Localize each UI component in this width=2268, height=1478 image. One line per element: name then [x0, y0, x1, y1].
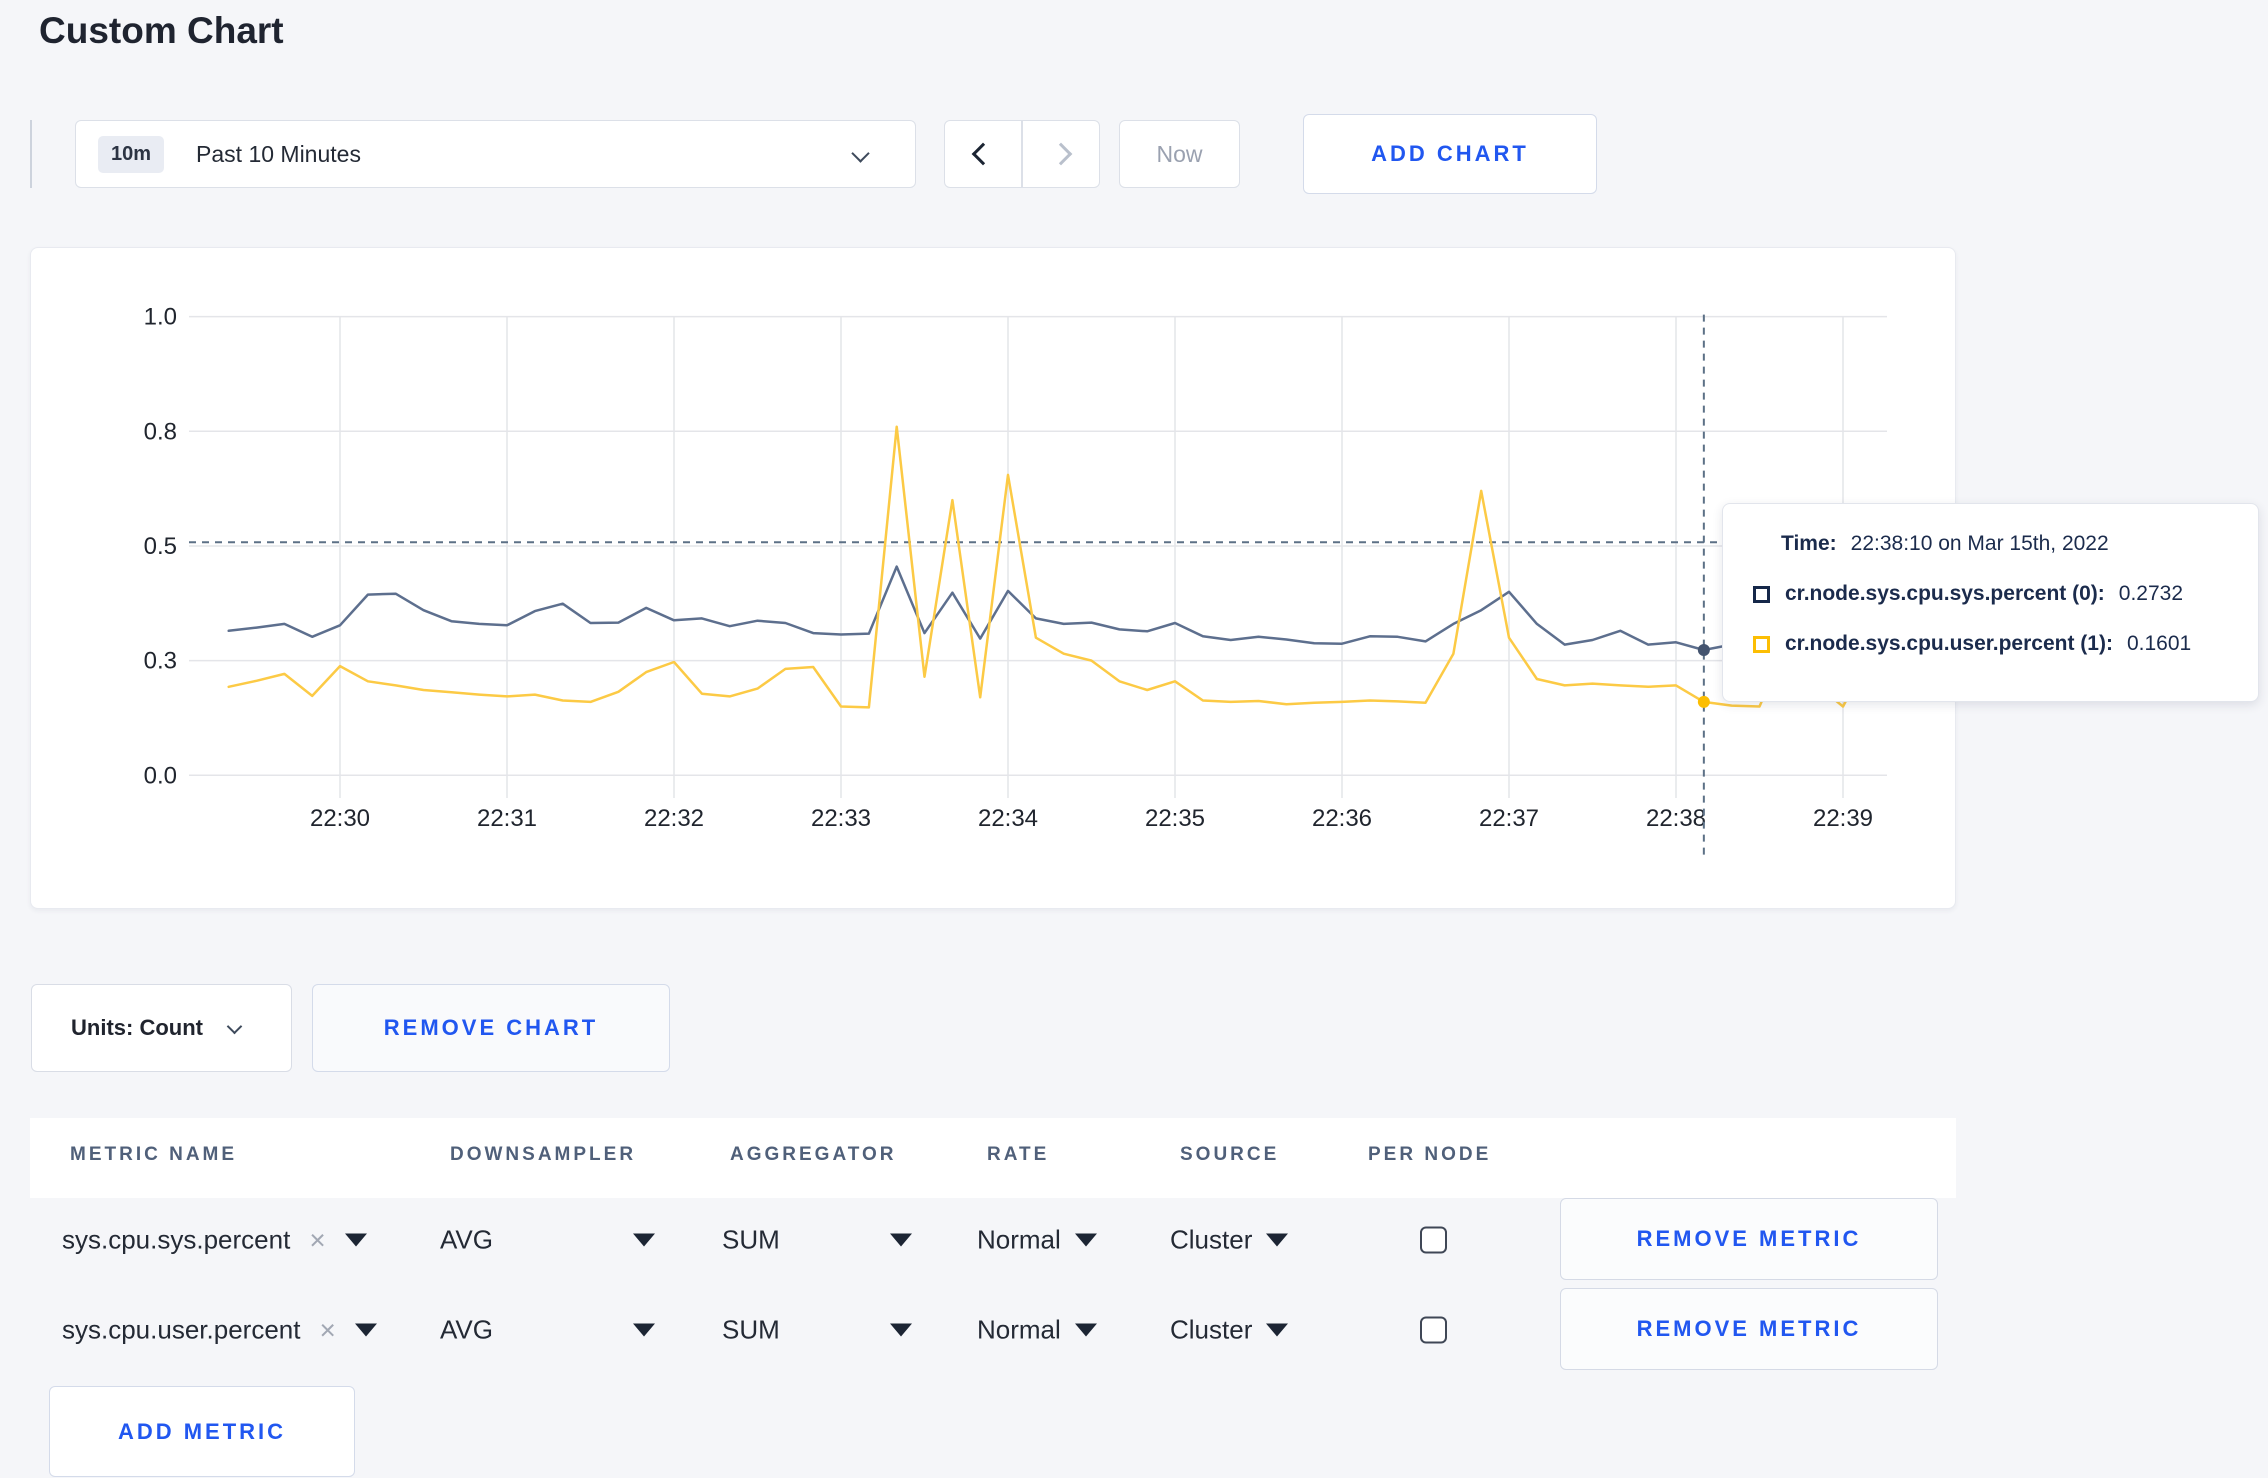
caret-down-icon — [890, 1233, 912, 1247]
x-axis-tick-label: 22:36 — [1312, 805, 1372, 832]
hovered-point-dot — [1697, 695, 1710, 708]
col-header-metric-name: METRIC NAME — [70, 1144, 238, 1165]
caret-down-icon — [1266, 1233, 1289, 1247]
caret-down-icon — [354, 1323, 377, 1337]
series-line — [227, 565, 1873, 652]
col-header-source: SOURCE — [1180, 1144, 1280, 1165]
tooltip-time-row: Time: 22:38:10 on Mar 15th, 2022 — [1753, 532, 2258, 556]
metric-name-select[interactable]: sys.cpu.sys.percent × — [62, 1225, 367, 1256]
now-button[interactable]: Now — [1119, 120, 1240, 188]
aggregator-select[interactable]: SUM — [722, 1225, 912, 1256]
chevron-left-icon — [971, 142, 995, 166]
aggregator-select[interactable]: SUM — [722, 1315, 912, 1346]
caret-down-icon — [1074, 1233, 1097, 1247]
downsampler-select[interactable]: AVG — [440, 1225, 655, 1256]
col-header-rate: RATE — [987, 1144, 1050, 1165]
remove-metric-button[interactable]: REMOVE METRIC — [1560, 1198, 1938, 1280]
tooltip-series-name: cr.node.sys.cpu.sys.percent (0): — [1785, 582, 2105, 605]
x-axis-tick-label: 22:35 — [1145, 805, 1205, 832]
rate-select[interactable]: Normal — [977, 1225, 1097, 1256]
x-axis-tick-label: 22:32 — [644, 805, 704, 832]
x-axis-tick-label: 22:38 — [1646, 805, 1706, 832]
add-metric-button[interactable]: ADD METRIC — [49, 1386, 355, 1477]
source-select[interactable]: Cluster — [1170, 1224, 1289, 1256]
source-value: Cluster — [1170, 1314, 1253, 1345]
toolbar-divider — [30, 120, 32, 188]
y-axis-tick-label: 0.5 — [144, 533, 177, 560]
add-chart-button[interactable]: ADD CHART — [1303, 114, 1597, 194]
chevron-down-icon — [226, 1018, 243, 1034]
metric-name-label: sys.cpu.user.percent — [62, 1314, 301, 1345]
user-series-swatch-icon — [1753, 635, 1770, 653]
tooltip-series-value: 0.2732 — [2118, 582, 2184, 605]
sys-series-swatch-icon — [1753, 585, 1770, 603]
downsampler-value: AVG — [440, 1314, 493, 1345]
remove-metric-x-icon[interactable]: × — [309, 1226, 325, 1254]
timeseries-chart[interactable]: 0.0 0.3 0.5 0.8 1.0 22:30 22:31 22:32 22:33 22:34… — [31, 248, 1957, 910]
series-line — [227, 425, 1873, 709]
y-axis-tick-label: 1.0 — [144, 304, 177, 331]
caret-down-icon — [344, 1233, 367, 1247]
remove-chart-button[interactable]: REMOVE CHART — [312, 984, 670, 1072]
time-pager — [944, 120, 1100, 188]
rate-value: Normal — [977, 1314, 1061, 1345]
source-value: Cluster — [1170, 1224, 1253, 1255]
caret-down-icon — [1074, 1323, 1097, 1337]
x-axis-tick-label: 22:34 — [978, 805, 1038, 832]
y-axis-tick-label: 0.0 — [144, 762, 177, 789]
tooltip-series-row: cr.node.sys.cpu.user.percent (1): 0.1601 — [1753, 632, 2258, 656]
chart-panel[interactable]: 0.0 0.3 0.5 0.8 1.0 22:30 22:31 22:32 22:33 22:34… — [30, 247, 1956, 909]
tooltip-series-value: 0.1601 — [2126, 632, 2192, 655]
tooltip-series-name: cr.node.sys.cpu.user.percent (1): — [1785, 632, 2113, 655]
aggregator-value: SUM — [722, 1224, 780, 1255]
caret-down-icon — [1266, 1323, 1289, 1337]
chevron-down-icon — [851, 144, 870, 163]
tooltip-time-label: Time: — [1781, 532, 1837, 555]
tooltip-time-value: 22:38:10 on Mar 15th, 2022 — [1850, 532, 2109, 555]
caret-down-icon — [890, 1323, 912, 1337]
page-title: Custom Chart — [39, 10, 284, 51]
tooltip-series-row: cr.node.sys.cpu.sys.percent (0): 0.2732 — [1753, 582, 2258, 606]
x-axis-tick-label: 22:37 — [1479, 805, 1539, 832]
units-label: Units: Count — [71, 1015, 203, 1040]
x-axis-tick-label: 22:31 — [477, 805, 537, 832]
time-range-badge: 10m — [98, 135, 165, 173]
chevron-right-icon — [1049, 142, 1073, 166]
time-range-select[interactable]: 10m Past 10 Minutes — [75, 120, 916, 188]
remove-metric-x-icon[interactable]: × — [319, 1316, 335, 1344]
rate-select[interactable]: Normal — [977, 1315, 1097, 1346]
chart-tooltip: Time: 22:38:10 on Mar 15th, 2022 cr.node… — [1722, 503, 2259, 702]
col-header-per-node: PER NODE — [1368, 1144, 1492, 1165]
x-axis-tick-label: 22:33 — [811, 805, 871, 832]
metric-name-select[interactable]: sys.cpu.user.percent × — [62, 1315, 377, 1346]
source-select[interactable]: Cluster — [1170, 1314, 1289, 1346]
table-row: sys.cpu.sys.percent × AVG SUM Normal Clu… — [0, 1198, 2268, 1282]
prev-time-button[interactable] — [945, 121, 1021, 187]
remove-metric-button[interactable]: REMOVE METRIC — [1560, 1288, 1938, 1370]
x-axis-tick-label: 22:30 — [310, 805, 370, 832]
caret-down-icon — [633, 1323, 655, 1337]
downsampler-value: AVG — [440, 1224, 493, 1255]
y-axis-tick-label: 0.3 — [144, 648, 177, 675]
table-row: sys.cpu.user.percent × AVG SUM Normal Cl… — [0, 1288, 2268, 1372]
next-time-button[interactable] — [1023, 121, 1099, 187]
downsampler-select[interactable]: AVG — [440, 1315, 655, 1346]
y-axis-tick-label: 0.8 — [144, 418, 177, 445]
rate-value: Normal — [977, 1224, 1061, 1255]
metric-name-label: sys.cpu.sys.percent — [62, 1224, 291, 1255]
units-select[interactable]: Units: Count — [31, 984, 292, 1072]
hovered-point-dot — [1697, 643, 1710, 656]
x-axis-tick-label: 22:39 — [1813, 805, 1873, 832]
per-node-checkbox[interactable] — [1420, 1316, 1447, 1344]
time-range-label: Past 10 Minutes — [196, 140, 361, 167]
caret-down-icon — [633, 1233, 655, 1247]
col-header-downsampler: DOWNSAMPLER — [450, 1144, 637, 1165]
metrics-table-header: METRIC NAME DOWNSAMPLER AGGREGATOR RATE … — [30, 1118, 1956, 1198]
per-node-checkbox[interactable] — [1420, 1226, 1447, 1254]
col-header-aggregator: AGGREGATOR — [730, 1144, 897, 1165]
aggregator-value: SUM — [722, 1314, 780, 1345]
